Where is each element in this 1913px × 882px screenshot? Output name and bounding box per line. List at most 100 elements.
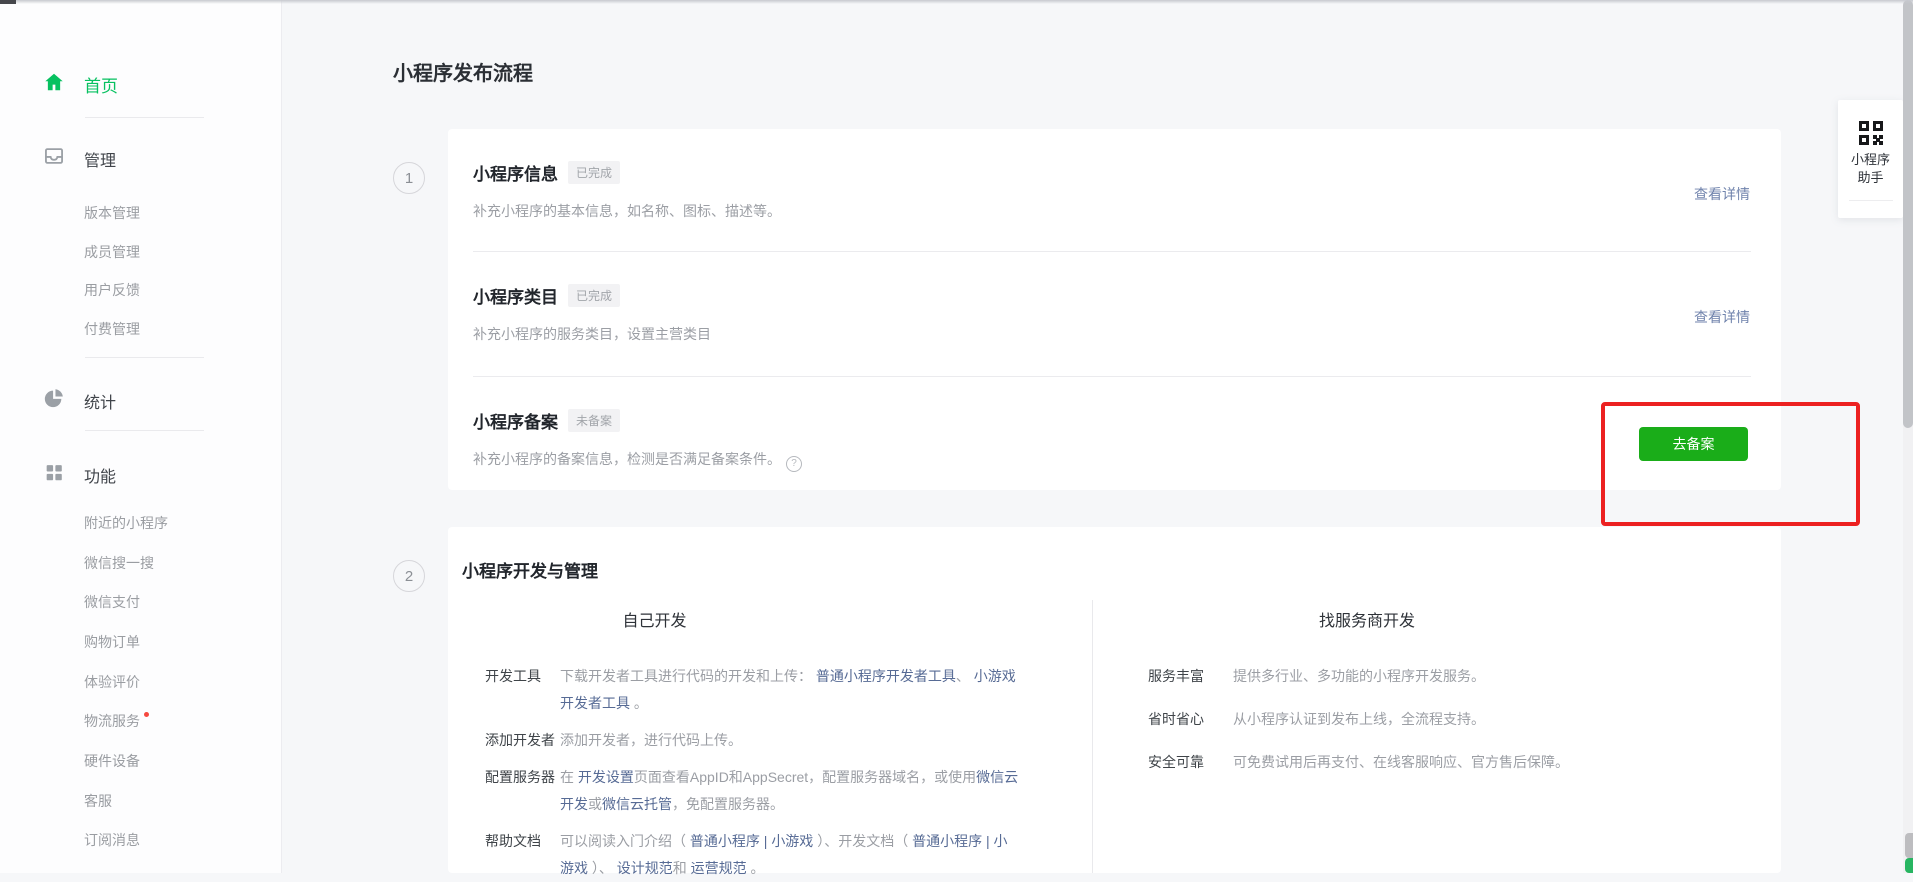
column-find-service-provider: 找服务商开发服务丰富提供多行业、多功能的小程序开发服务。省时省心从小程序认证到发… xyxy=(1093,600,1781,873)
assistant-label-line2: 助手 xyxy=(1838,169,1903,187)
section-description: 补充小程序的基本信息，如名称、图标、描述等。 xyxy=(473,202,1751,220)
column-rows: 开发工具下载开发者工具进行代码的开发和上传： 普通小程序开发者工具、 小游戏开发… xyxy=(448,663,1092,882)
sidebar-item-label: 订阅消息 xyxy=(84,830,140,850)
sidebar-item-label: 物流服务 xyxy=(84,711,149,731)
column-rows: 服务丰富提供多行业、多功能的小程序开发服务。省时省心从小程序认证到发布上线，全流… xyxy=(1093,663,1781,776)
section-title: 小程序类目 xyxy=(473,286,558,310)
step-1-circle: 1 xyxy=(393,162,425,194)
sidebar-item-label: 版本管理 xyxy=(84,203,140,223)
widget-divider xyxy=(1849,200,1893,201)
sidebar-item-hardware-devices[interactable]: 硬件设备 xyxy=(0,751,282,777)
sidebar-group-label: 管理 xyxy=(84,147,116,171)
inline-link[interactable]: 小游戏 xyxy=(771,833,813,849)
mini-program-assistant-widget[interactable]: 小程序 助手 xyxy=(1838,100,1903,218)
inline-link[interactable]: 运营规范 xyxy=(691,860,747,876)
view-details-link[interactable]: 查看详情 xyxy=(1694,184,1750,204)
inline-text: 从小程序认证到发布上线，全流程支持。 xyxy=(1233,711,1485,727)
sidebar-item-label: 客服 xyxy=(84,791,112,811)
info-row: 开发工具下载开发者工具进行代码的开发和上传： 普通小程序开发者工具、 小游戏开发… xyxy=(448,663,1092,717)
home-icon xyxy=(43,71,65,93)
sidebar-item-logistics-service[interactable]: 物流服务 xyxy=(0,711,282,737)
row-description: 提供多行业、多功能的小程序开发服务。 xyxy=(1233,663,1485,690)
section-title: 小程序信息 xyxy=(473,163,558,187)
sidebar-item-nearby-mini-programs[interactable]: 附近的小程序 xyxy=(0,513,282,539)
inline-link[interactable]: 普通小程序开发者工具 xyxy=(816,668,956,684)
row-label: 开发工具 xyxy=(485,663,560,717)
sidebar-item-paid-management[interactable]: 付费管理 xyxy=(0,319,282,345)
sidebar-item-user-feedback[interactable]: 用户反馈 xyxy=(0,280,282,306)
inline-text: 、 xyxy=(956,668,974,684)
scrollbar-thumb[interactable] xyxy=(1903,0,1913,428)
question-circle-icon[interactable]: ? xyxy=(786,456,802,472)
sidebar-group-manage[interactable]: 管理 xyxy=(0,144,282,170)
inline-text: 或 xyxy=(588,796,602,812)
scrollbar-track[interactable] xyxy=(1903,0,1913,873)
edge-widget-green-fragment[interactable] xyxy=(1905,858,1913,873)
step-2-circle: 2 xyxy=(393,560,425,592)
view-details-link[interactable]: 查看详情 xyxy=(1694,307,1750,327)
section-description: 补充小程序的服务类目，设置主营类目 xyxy=(473,325,1751,343)
sidebar-item-label: 微信支付 xyxy=(84,592,140,612)
section-mini-program-info: 小程序信息已完成补充小程序的基本信息，如名称、图标、描述等。查看详情 xyxy=(448,129,1781,252)
section-title: 小程序备案 xyxy=(473,411,558,435)
inline-text: 和 xyxy=(673,860,691,876)
sidebar-item-wechat-search[interactable]: 微信搜一搜 xyxy=(0,553,282,579)
step-1-card: 小程序信息已完成补充小程序的基本信息，如名称、图标、描述等。查看详情小程序类目已… xyxy=(448,129,1781,490)
inline-text: 可免费试用后再支付、在线客服响应、官方售后保障。 xyxy=(1233,754,1569,770)
info-row: 安全可靠可免费试用后再支付、在线客服响应、官方售后保障。 xyxy=(1093,749,1781,776)
sidebar-item-customer-service[interactable]: 客服 xyxy=(0,791,282,817)
inline-link[interactable]: 普通小程序 xyxy=(690,833,760,849)
inline-text: 添加开发者，进行代码上传。 xyxy=(560,732,742,748)
sidebar-group-label: 功能 xyxy=(84,463,116,487)
row-label: 添加开发者 xyxy=(485,727,560,754)
sidebar-item-member-management[interactable]: 成员管理 xyxy=(0,242,282,268)
edge-widget-gray-fragment[interactable] xyxy=(1905,833,1913,858)
column-header: 自己开发 xyxy=(448,600,1092,629)
column-header: 找服务商开发 xyxy=(1093,600,1781,629)
inline-text: 在 xyxy=(560,769,578,785)
sidebar-item-wechat-pay[interactable]: 微信支付 xyxy=(0,592,282,618)
section-description: 补充小程序的备案信息，检测是否满足备案条件。? xyxy=(473,450,1751,472)
row-description: 可免费试用后再支付、在线客服响应、官方售后保障。 xyxy=(1233,749,1569,776)
page-title: 小程序发布流程 xyxy=(393,57,533,86)
go-file-icp-button[interactable]: 去备案 xyxy=(1639,427,1748,461)
notification-dot xyxy=(144,712,149,717)
develop-columns: 自己开发开发工具下载开发者工具进行代码的开发和上传： 普通小程序开发者工具、 小… xyxy=(448,600,1781,873)
row-label: 安全可靠 xyxy=(1148,749,1233,776)
sidebar-divider xyxy=(85,357,204,358)
inline-link[interactable]: 开发设置 xyxy=(578,769,634,785)
row-description: 在 开发设置页面查看AppID和AppSecret，配置服务器域名，或使用微信云… xyxy=(560,764,1020,818)
info-row: 服务丰富提供多行业、多功能的小程序开发服务。 xyxy=(1093,663,1781,690)
sidebar-group-features[interactable]: 功能 xyxy=(0,460,282,486)
inline-link[interactable]: | xyxy=(982,833,993,849)
inline-link[interactable]: 设计规范 xyxy=(617,860,673,876)
grid-icon xyxy=(43,461,65,483)
row-label: 配置服务器 xyxy=(485,764,560,818)
sidebar-item-shopping-orders[interactable]: 购物订单 xyxy=(0,632,282,658)
sidebar-item-version-management[interactable]: 版本管理 xyxy=(0,203,282,229)
sidebar-divider xyxy=(85,430,204,431)
row-label: 帮助文档 xyxy=(485,828,560,882)
sidebar: 首页管理版本管理成员管理用户反馈付费管理统计功能附近的小程序微信搜一搜微信支付购… xyxy=(0,0,282,873)
inline-text: ，免配置服务器。 xyxy=(672,796,784,812)
sidebar-item-label: 购物订单 xyxy=(84,632,140,652)
row-description: 从小程序认证到发布上线，全流程支持。 xyxy=(1233,706,1485,733)
sidebar-item-subscription-messages[interactable]: 订阅消息 xyxy=(0,830,282,856)
sidebar-item-label: 微信搜一搜 xyxy=(84,553,154,573)
inbox-icon xyxy=(43,145,65,167)
info-row: 省时省心从小程序认证到发布上线，全流程支持。 xyxy=(1093,706,1781,733)
inline-link[interactable]: | xyxy=(760,833,771,849)
sidebar-item-label: 首页 xyxy=(84,72,118,97)
inline-link[interactable]: 微信云托管 xyxy=(602,796,672,812)
row-description: 下载开发者工具进行代码的开发和上传： 普通小程序开发者工具、 小游戏开发者工具 … xyxy=(560,663,1020,717)
row-description: 添加开发者，进行代码上传。 xyxy=(560,727,1020,754)
section-mini-program-icp-filing: 小程序备案未备案补充小程序的备案信息，检测是否满足备案条件。?去备案 xyxy=(448,377,1781,490)
sidebar-group-statistics[interactable]: 统计 xyxy=(0,386,282,412)
info-row: 添加开发者添加开发者，进行代码上传。 xyxy=(448,727,1092,754)
sidebar-item-experience-evaluation[interactable]: 体验评价 xyxy=(0,672,282,698)
inline-text: 下载开发者工具进行代码的开发和上传： xyxy=(560,668,816,684)
inline-link[interactable]: 普通小程序 xyxy=(912,833,982,849)
assistant-label-line1: 小程序 xyxy=(1838,151,1903,169)
sidebar-divider xyxy=(85,117,204,118)
sidebar-item-home[interactable]: 首页 xyxy=(0,70,282,96)
